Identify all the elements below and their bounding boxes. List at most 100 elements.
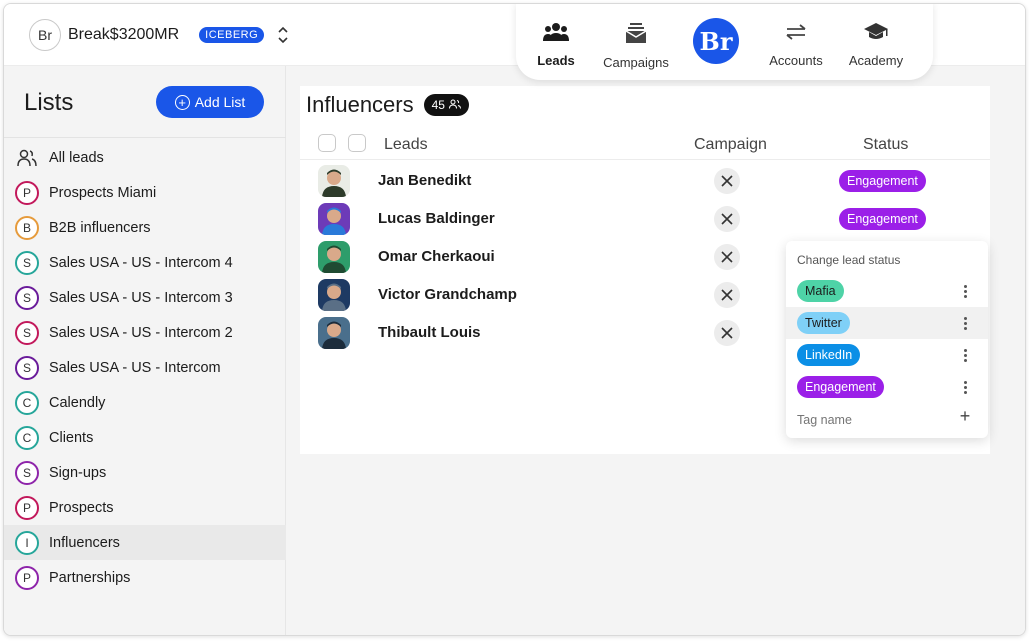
remove-campaign-button[interactable]	[714, 244, 740, 270]
status-option[interactable]: LinkedIn	[786, 339, 988, 371]
status-option[interactable]: Twitter	[786, 307, 988, 339]
list-initial-badge: S	[15, 355, 39, 380]
sidebar-item-label: Partnerships	[49, 569, 131, 586]
sidebar-title: Lists	[24, 89, 74, 116]
lead-name[interactable]: Thibault Louis	[378, 324, 481, 341]
sidebar: Lists + Add List All leads P Prospects Mia…	[4, 66, 286, 635]
workspace-switcher[interactable]: Br Break$3200MR ICEBERG	[29, 18, 290, 52]
workspace-avatar: Br	[29, 19, 61, 51]
column-header-campaign[interactable]: Campaign	[694, 136, 767, 154]
plus-icon[interactable]: +	[956, 407, 974, 425]
more-options-icon[interactable]	[960, 377, 970, 397]
table-row[interactable]: Lucas Baldinger Engagement	[300, 200, 990, 238]
sidebar-item-label: B2B influencers	[49, 219, 151, 236]
column-header-leads[interactable]: Leads	[384, 136, 428, 154]
change-status-dropdown: Change lead status Mafia Twitter LinkedIn E…	[786, 241, 988, 438]
list-initial-badge: S	[15, 460, 39, 485]
lead-count: 45	[431, 98, 445, 112]
sidebar-item-label: Prospects Miami	[49, 184, 157, 201]
more-options-icon[interactable]	[960, 345, 970, 365]
select-page-checkbox[interactable]	[348, 134, 366, 152]
page-title: Influencers 45	[306, 92, 469, 118]
main-nav: Leads Campaigns Br Accounts Academy	[516, 4, 933, 80]
more-options-icon[interactable]	[960, 281, 970, 301]
plan-badge: ICEBERG	[199, 27, 265, 43]
app-window: Br Break$3200MR ICEBERG Leads Campaigns …	[3, 3, 1026, 636]
sidebar-header: Lists + Add List	[4, 66, 286, 138]
sidebar-item[interactable]: S Sales USA - US - Intercom	[4, 350, 286, 385]
more-options-icon[interactable]	[960, 313, 970, 333]
sidebar-item[interactable]: C Calendly	[4, 385, 286, 420]
users-icon	[448, 98, 461, 112]
status-badge[interactable]: Engagement	[839, 170, 926, 192]
remove-campaign-button[interactable]	[714, 168, 740, 194]
nav-academy[interactable]: Academy	[836, 4, 916, 72]
inbox-icon	[625, 22, 647, 49]
lead-count-badge: 45	[423, 94, 469, 116]
close-icon	[721, 327, 733, 339]
close-icon	[721, 175, 733, 187]
lead-name[interactable]: Lucas Baldinger	[378, 210, 495, 227]
avatar	[318, 203, 350, 235]
remove-campaign-button[interactable]	[714, 282, 740, 308]
sidebar-item[interactable]: S Sign-ups	[4, 455, 286, 490]
sidebar-item[interactable]: S Sales USA - US - Intercom 3	[4, 280, 286, 315]
app-logo[interactable]: Br	[676, 4, 756, 72]
sidebar-item[interactable]: I Influencers	[4, 525, 286, 560]
users-icon	[543, 22, 569, 47]
status-option[interactable]: Mafia	[786, 275, 988, 307]
column-header-status[interactable]: Status	[863, 136, 908, 154]
nav-campaigns[interactable]: Campaigns	[596, 4, 676, 72]
status-tag: Engagement	[797, 376, 884, 398]
dropdown-title: Change lead status	[797, 253, 901, 267]
sidebar-item[interactable]: P Prospects	[4, 490, 286, 525]
sidebar-item[interactable]: S Sales USA - US - Intercom 4	[4, 245, 286, 280]
arrows-icon	[785, 22, 807, 47]
table-header: Leads Campaign Status	[300, 130, 990, 160]
sidebar-item-label: All leads	[49, 149, 104, 166]
nav-label: Academy	[848, 53, 904, 68]
users-icon	[15, 146, 39, 170]
status-option[interactable]: Engagement	[786, 371, 988, 403]
status-tag: Twitter	[797, 312, 850, 334]
table-row[interactable]: Jan Benedikt Engagement	[300, 162, 990, 200]
nav-label: Accounts	[769, 53, 823, 68]
sidebar-item-label: Calendly	[49, 394, 106, 411]
add-list-button[interactable]: + Add List	[156, 86, 264, 118]
close-icon	[721, 213, 733, 225]
list-initial-badge: B	[15, 215, 39, 240]
list-initial-badge: S	[15, 320, 39, 345]
plus-circle-icon: +	[174, 94, 190, 110]
sidebar-item-label: Prospects	[49, 499, 114, 516]
sidebar-item[interactable]: S Sales USA - US - Intercom 2	[4, 315, 286, 350]
remove-campaign-button[interactable]	[714, 320, 740, 346]
logo-mark: Br	[693, 18, 739, 64]
list-initial-badge: S	[15, 285, 39, 310]
tag-name-input[interactable]	[797, 413, 937, 427]
lead-name[interactable]: Omar Cherkaoui	[378, 248, 495, 265]
sidebar-item[interactable]: P Prospects Miami	[4, 175, 286, 210]
status-tag: Mafia	[797, 280, 844, 302]
sidebar-item-label: Clients	[49, 429, 94, 446]
sidebar-item-label: Sales USA - US - Intercom 4	[49, 254, 233, 271]
select-all-checkbox[interactable]	[318, 134, 336, 152]
sidebar-item-label: Sales USA - US - Intercom	[49, 359, 221, 376]
sidebar-item[interactable]: P Partnerships	[4, 560, 286, 595]
sidebar-item[interactable]: C Clients	[4, 420, 286, 455]
status-tag: LinkedIn	[797, 344, 861, 366]
status-badge[interactable]: Engagement	[839, 208, 926, 230]
nav-accounts[interactable]: Accounts	[756, 4, 836, 72]
list-initial-badge: C	[15, 425, 39, 450]
avatar	[318, 241, 350, 273]
nav-leads[interactable]: Leads	[516, 4, 596, 72]
workspace-name: Break$3200MR	[68, 26, 180, 43]
lead-name[interactable]: Victor Grandchamp	[378, 286, 517, 303]
sidebar-item[interactable]: B B2B influencers	[4, 210, 286, 245]
chevron-up-down-icon[interactable]	[276, 23, 290, 47]
nav-label: Campaigns	[603, 55, 669, 70]
list-initial-badge: P	[15, 495, 39, 520]
avatar	[318, 279, 350, 311]
remove-campaign-button[interactable]	[714, 206, 740, 232]
sidebar-item[interactable]: All leads	[4, 140, 286, 175]
lead-name[interactable]: Jan Benedikt	[378, 172, 471, 189]
